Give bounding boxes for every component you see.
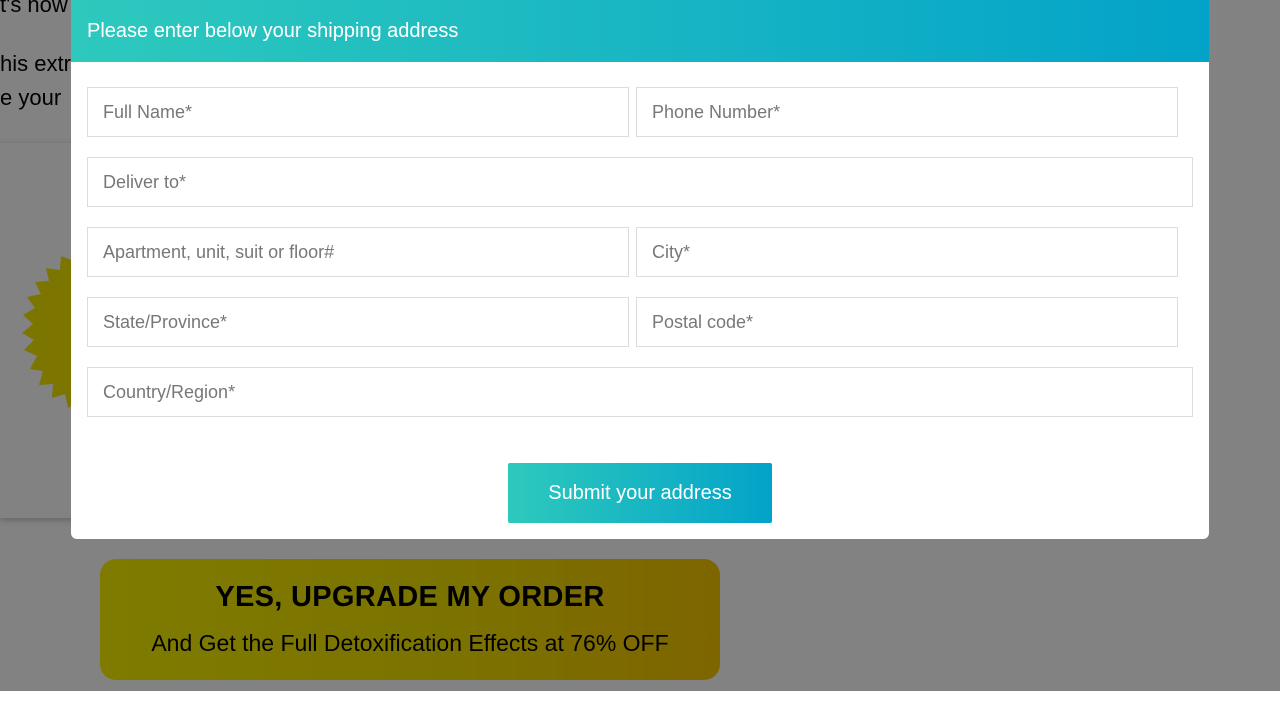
- submit-address-button[interactable]: Submit your address: [508, 463, 772, 523]
- state-province-input[interactable]: [87, 297, 629, 347]
- apartment-input[interactable]: [87, 227, 629, 277]
- deliver-to-input[interactable]: [87, 157, 1193, 207]
- postal-code-input[interactable]: [636, 297, 1178, 347]
- modal-header: Please enter below your shipping address: [71, 0, 1209, 62]
- city-input[interactable]: [636, 227, 1178, 277]
- phone-number-input[interactable]: [636, 87, 1178, 137]
- country-region-input[interactable]: [87, 367, 1193, 417]
- full-name-input[interactable]: [87, 87, 629, 137]
- shipping-address-modal: Please enter below your shipping address…: [71, 0, 1209, 539]
